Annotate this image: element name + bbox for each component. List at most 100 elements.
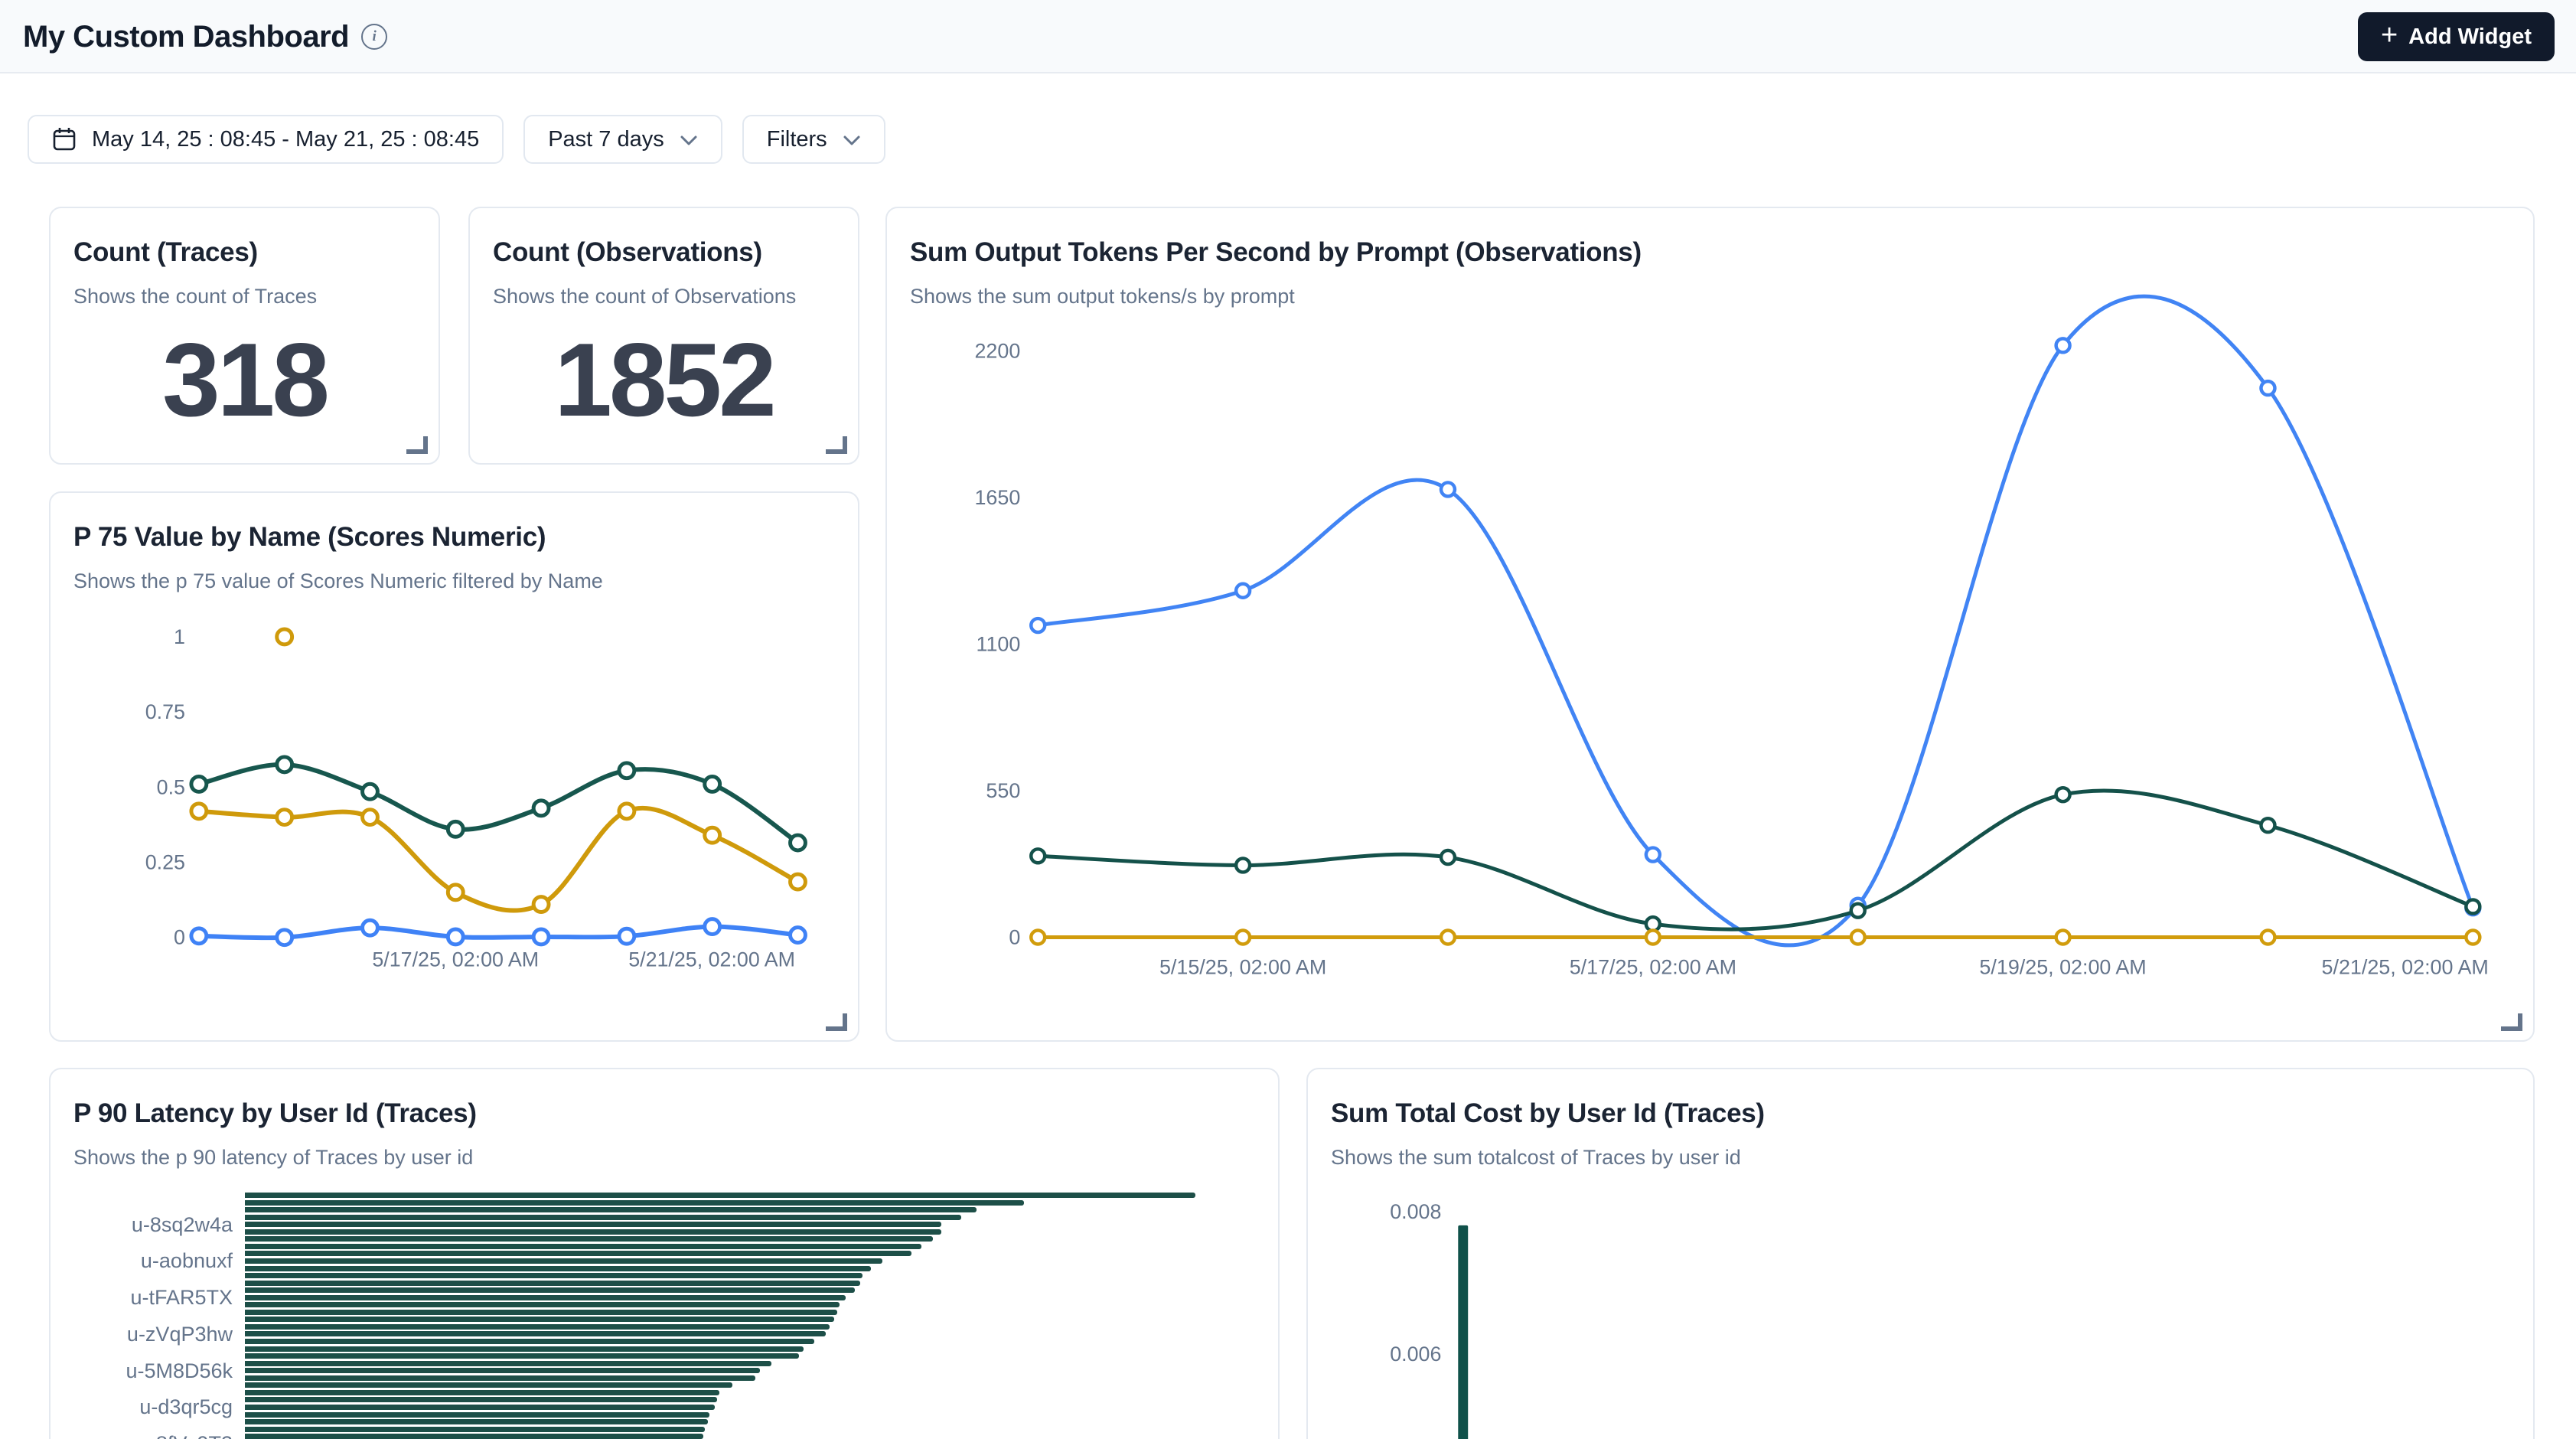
widget-description: Shows the p 90 latency of Traces by user… — [73, 1146, 1255, 1170]
latency-bar — [245, 1368, 760, 1373]
tokens-by-prompt-line-chart: 0 550 1100 1650 2200 5/15/25, 02:00 AM 5/17/25… — [887, 208, 2533, 1040]
latency-bar — [245, 1346, 804, 1352]
filters-dropdown[interactable]: Filters — [742, 115, 885, 164]
latency-bar — [245, 1287, 855, 1293]
latency-bar — [245, 1222, 941, 1227]
filter-toolbar: May 14, 25 : 08:45 - May 21, 25 : 08:45 … — [28, 115, 885, 164]
p90-latency-bar-chart: u-8sq2w4a u-aobnuxf u-tFAR5TX u-zVqP3hw u-5M… — [51, 1193, 1257, 1439]
latency-bar — [245, 1193, 1195, 1198]
svg-text:1100: 1100 — [976, 632, 1020, 655]
user-id-label: u-5M8D56k — [51, 1358, 233, 1384]
svg-text:0.75: 0.75 — [145, 700, 185, 723]
latency-bar — [245, 1361, 771, 1366]
info-icon[interactable]: i — [361, 24, 387, 50]
widget-title: Sum Total Cost by User Id (Traces) — [1331, 1098, 2510, 1129]
svg-text:0.008: 0.008 — [1390, 1200, 1441, 1223]
latency-bar — [245, 1215, 961, 1220]
latency-bar — [245, 1251, 911, 1256]
svg-text:5/17/25, 02:00 AM: 5/17/25, 02:00 AM — [1570, 955, 1736, 978]
filters-label: Filters — [767, 127, 827, 152]
user-id-label: u-d3qr5cg — [51, 1394, 233, 1420]
date-range-value: May 14, 25 : 08:45 - May 21, 25 : 08:45 — [92, 127, 479, 152]
page-title-group: My Custom Dashboard i — [23, 0, 387, 73]
svg-text:2200: 2200 — [974, 339, 1020, 362]
resize-handle-icon[interactable] — [2501, 1013, 2522, 1031]
widget-description: Shows the count of Observations — [493, 285, 835, 308]
user-id-label: u-8fVa9T3 — [51, 1431, 233, 1439]
latency-bar — [245, 1375, 755, 1381]
widget-count-traces: Count (Traces) Shows the count of Traces… — [49, 207, 440, 465]
widget-description: Shows the sum totalcost of Traces by use… — [1331, 1146, 2510, 1170]
add-widget-button[interactable]: + Add Widget — [2358, 12, 2555, 61]
svg-text:5/15/25, 02:00 AM: 5/15/25, 02:00 AM — [1159, 955, 1326, 978]
resize-handle-icon[interactable] — [406, 436, 428, 454]
latency-bar — [245, 1324, 830, 1330]
svg-text:1: 1 — [174, 625, 185, 648]
date-range-picker[interactable]: May 14, 25 : 08:45 - May 21, 25 : 08:45 — [28, 115, 504, 164]
widget-description: Shows the sum output tokens/s by prompt — [910, 285, 2510, 308]
latency-bar — [245, 1405, 715, 1410]
svg-text:5/19/25, 02:00 AM: 5/19/25, 02:00 AM — [1979, 955, 2146, 978]
widget-title: P 75 Value by Name (Scores Numeric) — [73, 522, 835, 553]
latency-bar — [245, 1353, 799, 1359]
latency-bar — [245, 1273, 862, 1278]
latency-bar — [245, 1412, 709, 1418]
latency-bar — [245, 1397, 717, 1402]
latency-bar — [245, 1419, 708, 1424]
page-title: My Custom Dashboard — [23, 20, 349, 54]
svg-text:1650: 1650 — [974, 486, 1020, 509]
svg-text:5/21/25, 02:00 AM: 5/21/25, 02:00 AM — [2322, 955, 2489, 978]
user-id-label: u-tFAR5TX — [51, 1284, 233, 1310]
widget-tokens-by-prompt: Sum Output Tokens Per Second by Prompt (… — [885, 207, 2535, 1042]
add-widget-label: Add Widget — [2408, 24, 2532, 50]
latency-bar — [245, 1331, 826, 1336]
resize-handle-icon[interactable] — [826, 436, 847, 454]
svg-text:5/17/25, 02:00 AM: 5/17/25, 02:00 AM — [372, 948, 539, 971]
user-id-label: u-zVqP3hw — [51, 1321, 233, 1347]
calendar-icon — [52, 126, 77, 152]
resize-handle-icon[interactable] — [826, 1013, 847, 1031]
latency-bar — [245, 1434, 703, 1439]
latency-bar — [245, 1229, 941, 1235]
latency-bar — [245, 1200, 1024, 1206]
latency-bar — [245, 1258, 882, 1264]
latency-bar — [245, 1317, 834, 1322]
svg-text:0.006: 0.006 — [1390, 1343, 1441, 1366]
latency-bar — [245, 1390, 719, 1395]
latency-bar — [245, 1244, 921, 1249]
latency-bar — [245, 1310, 837, 1315]
latency-bar — [245, 1382, 732, 1388]
latency-bar — [245, 1236, 933, 1242]
count-traces-value: 318 — [51, 320, 439, 439]
widget-title: Count (Traces) — [73, 237, 416, 268]
user-id-label: u-8sq2w4a — [51, 1212, 233, 1238]
svg-text:0: 0 — [174, 926, 185, 949]
chevron-down-icon — [680, 127, 698, 152]
latency-bar — [245, 1207, 977, 1212]
widget-title: Sum Output Tokens Per Second by Prompt (… — [910, 237, 2510, 268]
count-observations-value: 1852 — [470, 320, 858, 439]
widget-p75-scores: P 75 Value by Name (Scores Numeric) Show… — [49, 491, 859, 1042]
widget-p90-latency: P 90 Latency by User Id (Traces) Shows t… — [49, 1068, 1280, 1439]
latency-bar — [245, 1302, 840, 1307]
svg-text:0.5: 0.5 — [157, 775, 185, 798]
latency-bar — [245, 1427, 705, 1432]
widget-count-observations: Count (Observations) Shows the count of … — [468, 207, 859, 465]
user-id-label: u-aobnuxf — [51, 1248, 233, 1274]
latency-bar — [245, 1295, 846, 1300]
svg-text:5/21/25, 02:00 AM: 5/21/25, 02:00 AM — [628, 948, 795, 971]
widget-total-cost: Sum Total Cost by User Id (Traces) Shows… — [1306, 1068, 2535, 1439]
dashboard-page: My Custom Dashboard i + Add Widget May 1… — [0, 0, 2576, 1439]
svg-text:550: 550 — [986, 779, 1020, 802]
widget-title: P 90 Latency by User Id (Traces) — [73, 1098, 1255, 1129]
latency-bar — [245, 1266, 871, 1271]
page-header: My Custom Dashboard i + Add Widget — [0, 0, 2576, 73]
svg-text:0.25: 0.25 — [145, 851, 185, 874]
latency-bar — [245, 1339, 814, 1344]
quick-range-value: Past 7 days — [548, 127, 664, 152]
widget-title: Count (Observations) — [493, 237, 835, 268]
svg-text:0: 0 — [1009, 925, 1020, 948]
latency-bar — [245, 1281, 860, 1286]
quick-range-select[interactable]: Past 7 days — [523, 115, 722, 164]
widget-description: Shows the count of Traces — [73, 285, 416, 308]
